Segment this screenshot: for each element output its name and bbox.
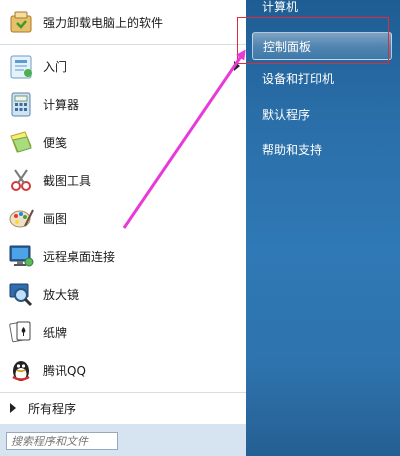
program-item-getting-started[interactable]: 入门 — [0, 48, 246, 84]
program-label: 入门 — [43, 59, 68, 74]
divider — [0, 44, 246, 45]
program-label: 计算器 — [43, 97, 80, 112]
getting-started-icon — [5, 50, 37, 82]
program-label: 放大镜 — [43, 287, 80, 302]
qq-icon — [5, 354, 37, 386]
program-item-paint[interactable]: 画图 — [0, 200, 246, 236]
program-label: 便笺 — [43, 135, 68, 150]
solitaire-icon — [5, 316, 37, 348]
program-item-sticky-notes[interactable]: 便笺 — [0, 124, 246, 160]
menu-item-label: 设备和打印机 — [262, 71, 335, 86]
program-item-magnifier[interactable]: 放大镜 — [0, 276, 246, 312]
program-item-qq[interactable]: 腾讯QQ — [0, 352, 246, 388]
search-input[interactable] — [6, 432, 118, 450]
sticky-notes-icon — [5, 126, 37, 158]
program-item-calculator[interactable]: 计算器 — [0, 86, 246, 122]
remote-desktop-icon — [5, 240, 37, 272]
all-programs-button[interactable]: 所有程序 — [0, 396, 246, 420]
annotation-highlight-box — [237, 17, 389, 64]
magnifier-icon — [5, 278, 37, 310]
start-menu-right-pane: 计算机 控制面板 设备和打印机 默认程序 帮助和支持 — [246, 0, 400, 456]
menu-item-label: 帮助和支持 — [262, 142, 323, 157]
calculator-icon — [5, 88, 37, 120]
program-label: 截图工具 — [43, 173, 92, 188]
search-bar — [0, 424, 246, 456]
program-label: 画图 — [43, 211, 68, 226]
program-label: 腾讯QQ — [43, 363, 86, 378]
program-item-remote-desktop[interactable]: 远程桌面连接 — [0, 238, 246, 274]
program-item-snipping-tool[interactable]: 截图工具 — [0, 162, 246, 198]
menu-item-devices-printers[interactable]: 设备和打印机 — [252, 64, 392, 92]
menu-item-default-programs[interactable]: 默认程序 — [252, 100, 392, 128]
all-programs-label: 所有程序 — [28, 401, 77, 416]
paint-icon — [5, 202, 37, 234]
program-item-uninstaller[interactable]: 强力卸载电脑上的软件 — [0, 4, 246, 40]
program-label: 纸牌 — [43, 325, 68, 340]
program-label: 强力卸载电脑上的软件 — [43, 15, 164, 30]
snipping-tool-icon — [5, 164, 37, 196]
divider — [0, 392, 246, 393]
program-label: 远程桌面连接 — [43, 249, 116, 264]
menu-item-label: 计算机 — [262, 0, 299, 14]
menu-item-label: 默认程序 — [262, 107, 311, 122]
start-menu-programs-pane: 强力卸载电脑上的软件 入门 计算器 便笺 截图工具 画图 远程桌面连接 放大镜 … — [0, 0, 246, 456]
expand-arrow-icon — [10, 403, 16, 413]
menu-item-help-support[interactable]: 帮助和支持 — [252, 135, 392, 163]
uninstaller-icon — [5, 6, 37, 38]
program-item-solitaire[interactable]: 纸牌 — [0, 314, 246, 350]
